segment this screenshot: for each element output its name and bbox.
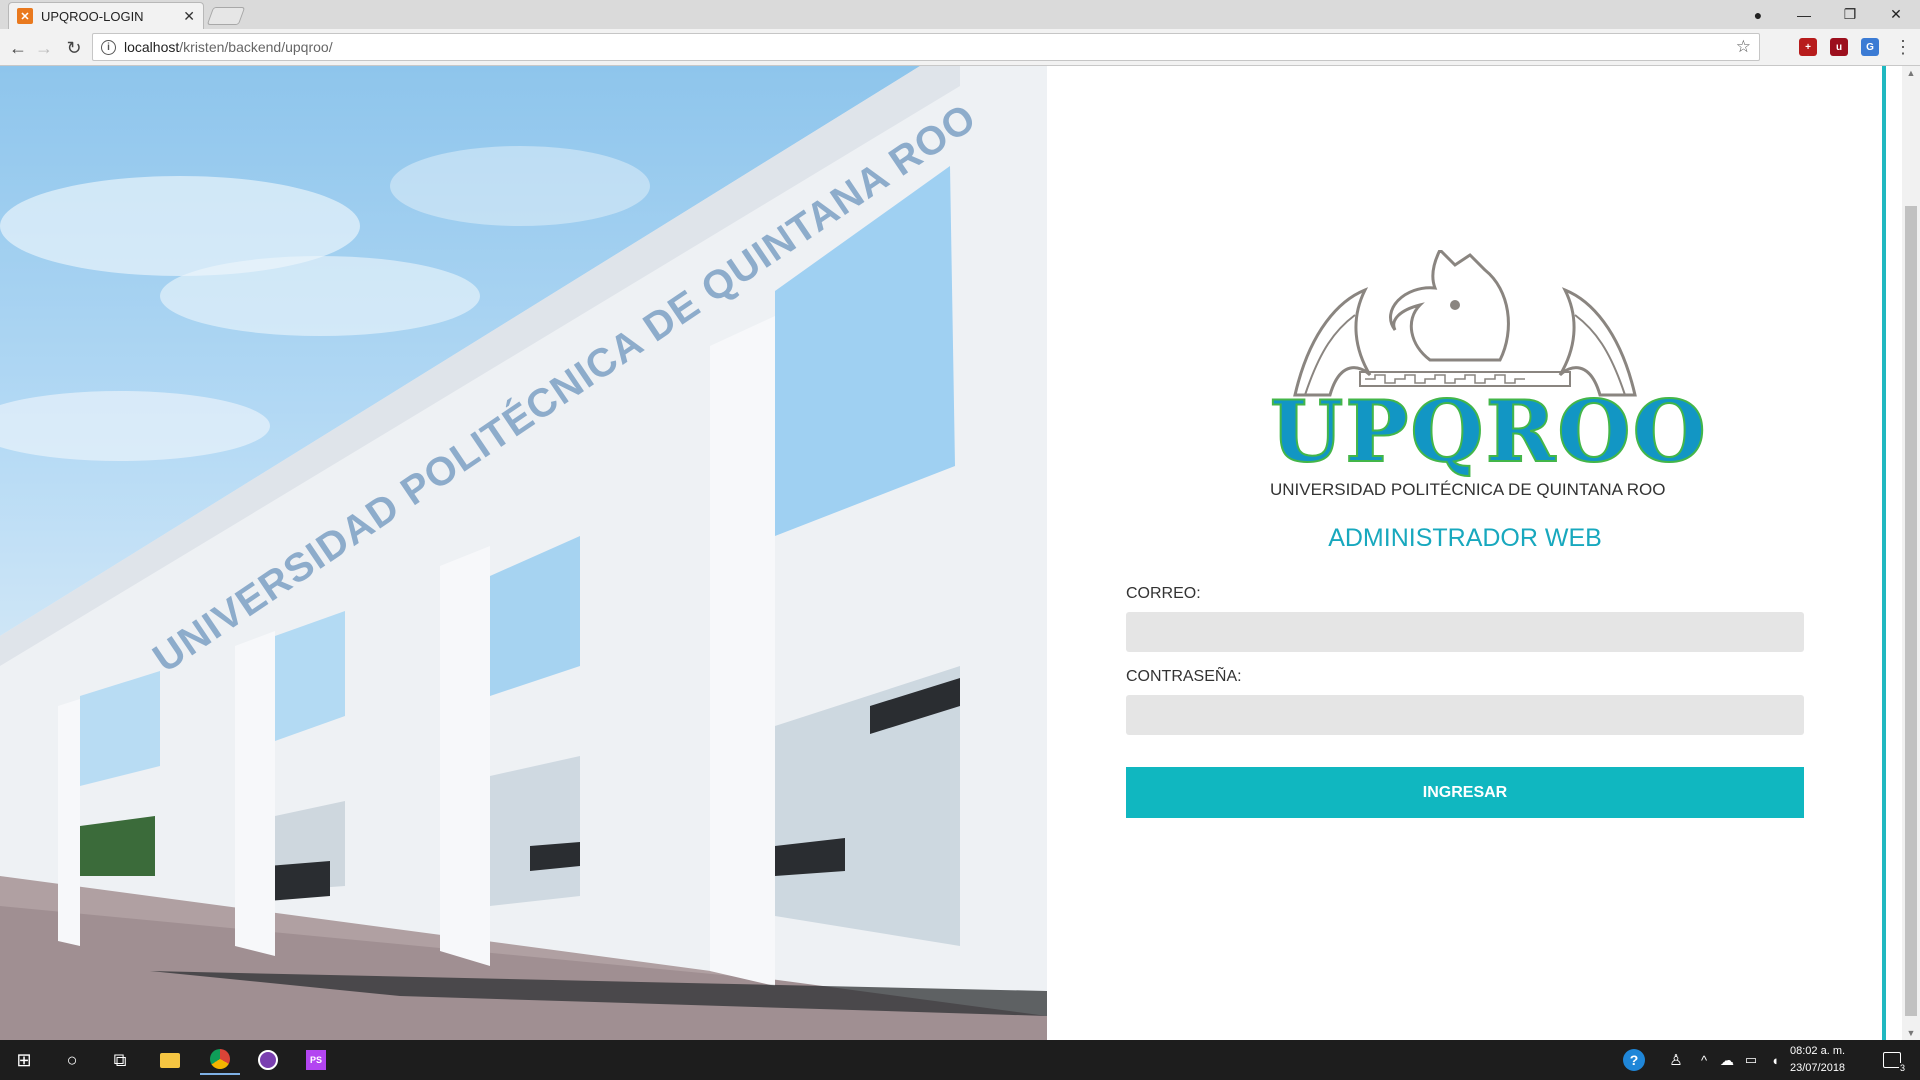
minimize-button[interactable]: — bbox=[1782, 0, 1826, 29]
scroll-up-icon[interactable]: ▲ bbox=[1902, 66, 1920, 80]
accent-edge-line bbox=[1882, 66, 1886, 1040]
phpstorm-icon[interactable]: PS bbox=[296, 1045, 336, 1075]
upqroo-logo: UPQROO UNIVERSIDAD POLITÉCNICA DE QUINTA… bbox=[1269, 247, 1708, 500]
email-label: CORREO: bbox=[1126, 585, 1201, 602]
logo-wordmark: UPQROO bbox=[1269, 382, 1708, 481]
extension-shield-icon[interactable]: + bbox=[1799, 38, 1817, 56]
url-host: localhost bbox=[124, 39, 180, 55]
volume-icon[interactable]: ◖ bbox=[1763, 1045, 1787, 1075]
notification-count-badge: 3 bbox=[1898, 1063, 1906, 1073]
tab-close-icon[interactable]: ✕ bbox=[183, 8, 195, 25]
page-scrollbar[interactable]: ▲ ▼ bbox=[1902, 66, 1920, 1040]
scroll-down-icon[interactable]: ▼ bbox=[1902, 1026, 1920, 1040]
clock-time: 08:02 a. m. bbox=[1790, 1045, 1846, 1057]
browser-menu-icon[interactable]: ⋮ bbox=[1894, 37, 1912, 58]
building-illustration bbox=[0, 66, 1047, 1040]
page-heading: ADMINISTRADOR WEB bbox=[1328, 524, 1602, 552]
new-tab-button[interactable] bbox=[206, 7, 246, 25]
file-explorer-icon[interactable] bbox=[150, 1045, 190, 1075]
chrome-taskbar-icon[interactable] bbox=[200, 1045, 240, 1075]
onedrive-cloud-icon[interactable]: ☁ bbox=[1715, 1045, 1739, 1075]
address-bar[interactable]: i localhost/kristen/backend/upqroo/ ☆ bbox=[92, 33, 1760, 61]
forward-icon[interactable]: → bbox=[32, 36, 56, 60]
task-view-icon[interactable]: ⧉ bbox=[100, 1045, 140, 1075]
cortana-search-icon[interactable]: ○ bbox=[52, 1045, 92, 1075]
windows-start-icon[interactable]: ⊞ bbox=[4, 1045, 44, 1075]
extension-ublock-icon[interactable]: u bbox=[1830, 38, 1848, 56]
reload-icon[interactable]: ↻ bbox=[62, 36, 86, 60]
extension-translate-icon[interactable]: G bbox=[1861, 38, 1879, 56]
media-player-icon[interactable] bbox=[248, 1045, 288, 1075]
bookmark-star-icon[interactable]: ☆ bbox=[1736, 37, 1751, 57]
xampp-favicon-icon: ✕ bbox=[17, 8, 33, 24]
profile-icon[interactable]: ● bbox=[1736, 0, 1780, 29]
url-path: /kristen/backend/upqroo/ bbox=[179, 39, 333, 55]
password-label: CONTRASEÑA: bbox=[1126, 668, 1242, 685]
close-window-button[interactable]: ✕ bbox=[1874, 0, 1918, 29]
clock-date: 23/07/2018 bbox=[1790, 1062, 1846, 1074]
campus-building-photo: UNIVERSIDAD POLITÉCNICA DE QUINTANA ROO bbox=[0, 66, 1047, 1040]
action-center-icon[interactable]: 3 bbox=[1872, 1045, 1912, 1075]
people-icon[interactable]: ♙ bbox=[1656, 1045, 1696, 1075]
email-field[interactable] bbox=[1126, 612, 1804, 652]
login-panel bbox=[1047, 66, 1885, 1040]
browser-tab-bar: ✕ UPQROO-LOGIN ✕ ● — ❐ ✕ bbox=[0, 0, 1920, 29]
system-clock[interactable]: 08:02 a. m. 23/07/2018 bbox=[1790, 1043, 1845, 1077]
logo-subtitle: UNIVERSIDAD POLITÉCNICA DE QUINTANA ROO bbox=[1270, 480, 1666, 499]
back-icon[interactable]: ← bbox=[6, 36, 30, 60]
network-icon[interactable]: ▭ bbox=[1739, 1045, 1763, 1075]
password-field[interactable] bbox=[1126, 695, 1804, 735]
show-hidden-icons-chevron-icon[interactable]: ^ bbox=[1692, 1045, 1716, 1075]
windows-taskbar: ⊞ ○ ⧉ PS ? ♙ ^ ☁ ▭ ◖ 08:02 a. m. 23/07/2… bbox=[0, 1040, 1920, 1080]
browser-tab[interactable]: ✕ UPQROO-LOGIN ✕ bbox=[8, 2, 204, 29]
site-info-icon[interactable]: i bbox=[101, 39, 116, 55]
help-icon[interactable]: ? bbox=[1614, 1045, 1654, 1075]
page-viewport: UNIVERSIDAD POLITÉCNICA DE QUINTANA ROO … bbox=[0, 66, 1920, 1040]
submit-button[interactable]: INGRESAR bbox=[1126, 767, 1804, 818]
tab-title: UPQROO-LOGIN bbox=[41, 8, 144, 24]
restore-button[interactable]: ❐ bbox=[1828, 0, 1872, 29]
scrollbar-thumb[interactable] bbox=[1905, 206, 1917, 1016]
browser-toolbar: ← → ↻ i localhost/kristen/backend/upqroo… bbox=[0, 29, 1920, 66]
